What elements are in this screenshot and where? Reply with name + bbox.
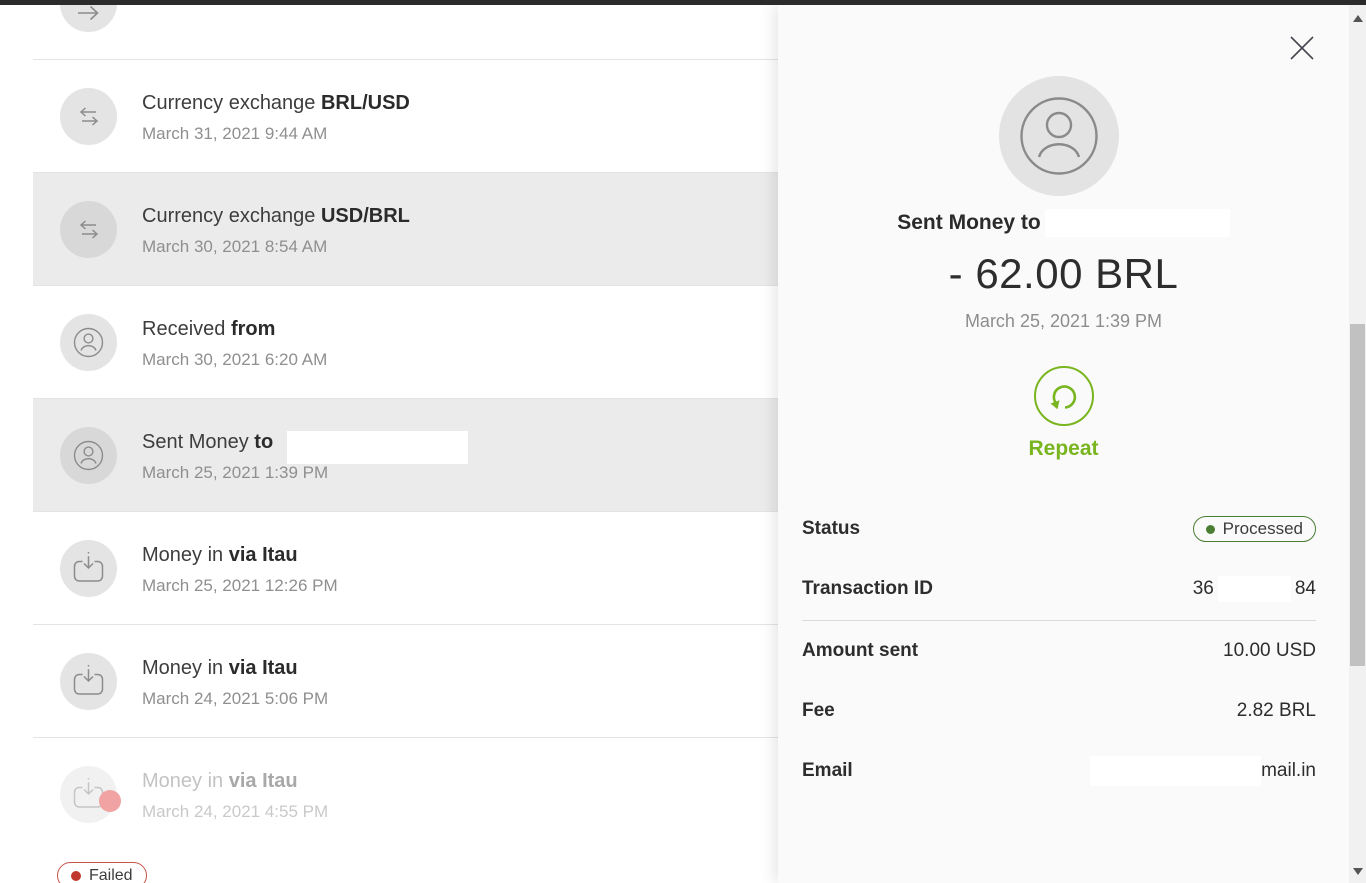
transaction-list: March 31, 2021 9:45 AM Currency exchange… (0, 0, 778, 883)
email-value: mail.in (1090, 756, 1316, 786)
redacted-recipient-box (287, 431, 468, 464)
status-badge: Processed (1193, 516, 1316, 542)
transaction-date: March 24, 2021 5:06 PM (142, 686, 328, 712)
avatar (999, 76, 1119, 196)
amount: - 62.00 BRL (778, 250, 1349, 298)
person-icon (60, 314, 117, 371)
field-status: Status Processed (802, 515, 1316, 543)
person-icon (60, 427, 117, 484)
transaction-title: Currency exchange USD/BRL (142, 203, 410, 229)
transactions-page: March 31, 2021 9:45 AM Currency exchange… (0, 0, 1366, 883)
transaction-title: Money in via Itau (142, 542, 338, 568)
transaction-row[interactable]: Currency exchange USD/BRL March 30, 2021… (33, 173, 778, 286)
transaction-title: Currency exchange BRL/USD (142, 90, 410, 116)
exchange-icon (60, 88, 117, 145)
redacted-email-box (1090, 756, 1261, 786)
close-icon (1288, 34, 1316, 62)
transaction-id-value: 36 84 (1193, 576, 1316, 602)
exchange-icon (60, 201, 117, 258)
person-icon (999, 76, 1119, 196)
transaction-date: March 30, 2021 6:20 AM (142, 347, 327, 373)
repeat-label: Repeat (778, 437, 1349, 461)
transaction-row[interactable]: Money in via Itau March 24, 2021 4:55 PM (33, 738, 778, 851)
detail-title-row: Sent Money to (778, 207, 1349, 239)
failed-status-dot (99, 790, 121, 812)
field-fee: Fee 2.82 BRL (802, 697, 1316, 725)
transaction-date: March 30, 2021 8:54 AM (142, 234, 410, 260)
transaction-row[interactable]: Currency exchange BRL/USD March 31, 2021… (33, 60, 778, 173)
field-email: Email mail.in (802, 757, 1316, 785)
fee-value: 2.82 BRL (1237, 700, 1316, 722)
close-button[interactable] (1287, 33, 1317, 63)
transaction-row[interactable]: Sent Money to March 25, 2021 1:39 PM (33, 399, 778, 512)
redacted-recipient-box (1045, 209, 1230, 237)
detail-date: March 25, 2021 1:39 PM (778, 311, 1349, 332)
scrollbar[interactable] (1349, 5, 1366, 883)
repeat-button[interactable]: Repeat (778, 365, 1349, 461)
amount-sent-value: 10.00 USD (1223, 640, 1316, 662)
scroll-up-arrow-icon[interactable] (1353, 15, 1363, 22)
failed-dot-icon (71, 871, 81, 881)
money-in-icon (60, 653, 117, 710)
scroll-down-arrow-icon[interactable] (1353, 868, 1363, 875)
transaction-row[interactable]: March 31, 2021 9:45 AM (33, 0, 778, 60)
failed-status-badge: Failed (57, 862, 147, 883)
transaction-date: March 24, 2021 4:55 PM (142, 799, 328, 825)
repeat-icon (1033, 365, 1095, 427)
transaction-row[interactable]: Money in via Itau March 24, 2021 5:06 PM (33, 625, 778, 738)
scrollbar-thumb[interactable] (1350, 324, 1365, 666)
transaction-row[interactable]: Money in via Itau March 25, 2021 12:26 P… (33, 512, 778, 625)
field-amount-sent: Amount sent 10.00 USD (802, 637, 1316, 665)
status-dot-icon (1206, 525, 1215, 534)
top-dark-bar (0, 0, 1366, 5)
transaction-title: Money in via Itau (142, 655, 328, 681)
field-transaction-id: Transaction ID 36 84 (802, 575, 1316, 603)
transaction-date: March 31, 2021 9:44 AM (142, 121, 410, 147)
transaction-title: Money in via Itau (142, 768, 328, 794)
transaction-detail-panel: Sent Money to - 62.00 BRL March 25, 2021… (778, 5, 1349, 883)
transaction-row[interactable]: Received from March 30, 2021 6:20 AM (33, 286, 778, 399)
money-in-icon (60, 540, 117, 597)
fields-divider (802, 620, 1316, 621)
redacted-id-box (1218, 576, 1291, 602)
transaction-date: March 25, 2021 12:26 PM (142, 573, 338, 599)
transaction-title: Received from (142, 316, 327, 342)
detail-title: Sent Money to (897, 211, 1041, 235)
